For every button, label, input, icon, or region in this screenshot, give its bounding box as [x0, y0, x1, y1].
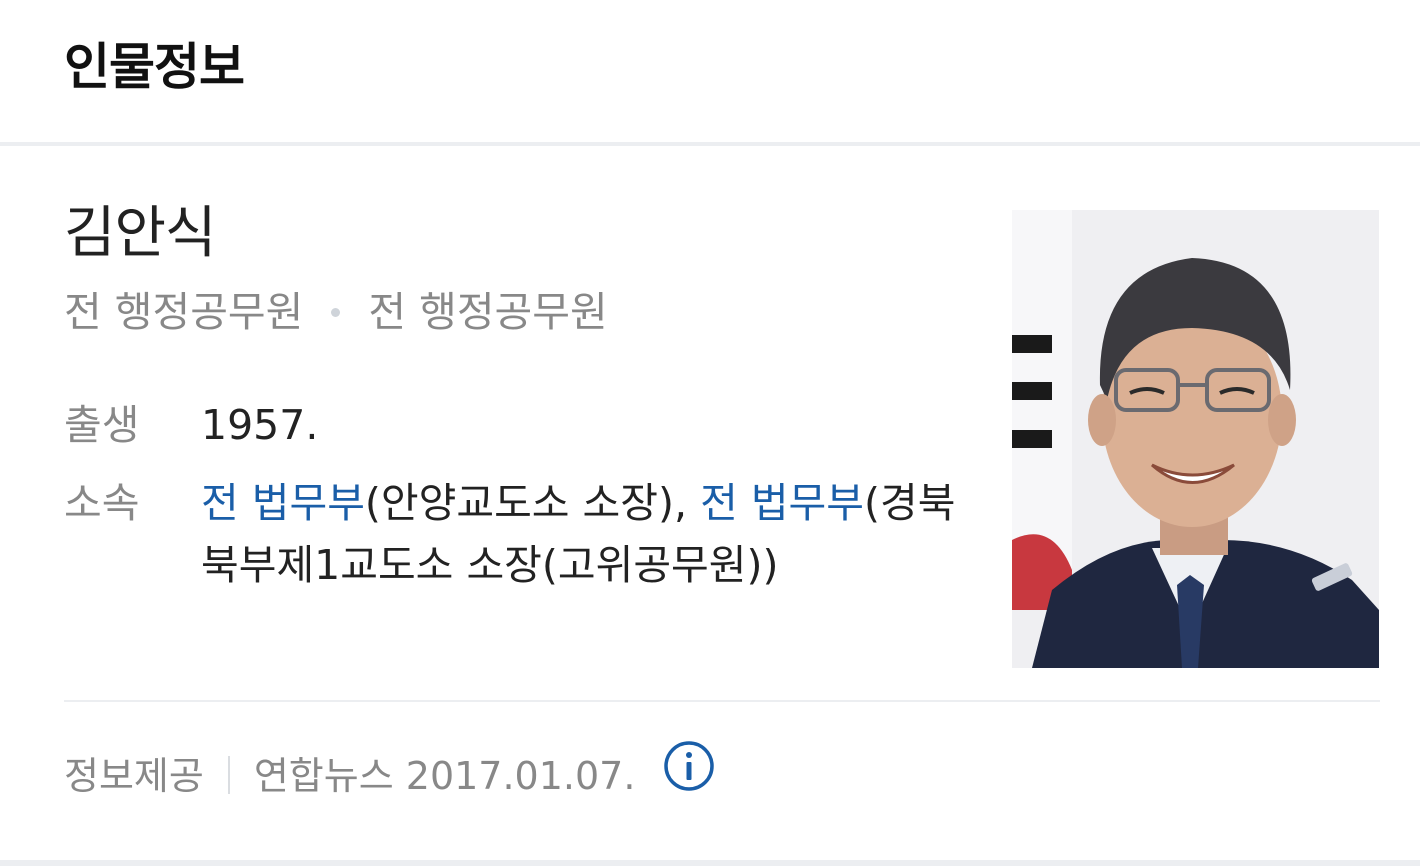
- info-icon[interactable]: [663, 740, 715, 809]
- portrait-image: [1012, 210, 1379, 668]
- affiliation-link-ministry-1[interactable]: 전 법무부: [201, 479, 365, 527]
- birth-label: 출생: [64, 401, 140, 449]
- person-photo[interactable]: [1012, 210, 1379, 668]
- affiliation-label: 소속: [64, 479, 140, 527]
- info-row-affiliation: 소속 전 법무부(안양교도소 소장), 전 법무부(경북북부제1교도소 소장(고…: [64, 472, 964, 602]
- section-title: 인물정보: [64, 38, 245, 96]
- source-text: 연합뉴스 2017.01.07.: [253, 754, 636, 798]
- affiliation-value: 전 법무부(안양교도소 소장), 전 법무부(경북북부제1교도소 소장(고위공무…: [201, 472, 961, 596]
- source-label: 정보제공: [64, 754, 204, 798]
- info-row-birth: 출생 1957.: [64, 394, 964, 456]
- job-title-1: 전 행정공무원: [64, 288, 304, 336]
- affiliation-text-1: (안양교도소 소장),: [364, 479, 701, 527]
- info-source: 정보제공 연합뉴스 2017.01.07.: [64, 741, 715, 813]
- birth-value: 1957.: [201, 401, 319, 449]
- job-titles: 전 행정공무원 전 행정공무원: [64, 286, 608, 338]
- job-title-2: 전 행정공무원: [368, 288, 608, 336]
- person-name[interactable]: 김안식: [64, 200, 217, 268]
- separator-dot: [331, 307, 341, 317]
- source-divider: [227, 755, 230, 794]
- header-divider: [0, 142, 1420, 146]
- bottom-divider: [0, 860, 1420, 866]
- section-header: 인물정보: [0, 0, 1420, 142]
- affiliation-link-ministry-2[interactable]: 전 법무부: [700, 479, 864, 527]
- content-divider: [64, 700, 1380, 702]
